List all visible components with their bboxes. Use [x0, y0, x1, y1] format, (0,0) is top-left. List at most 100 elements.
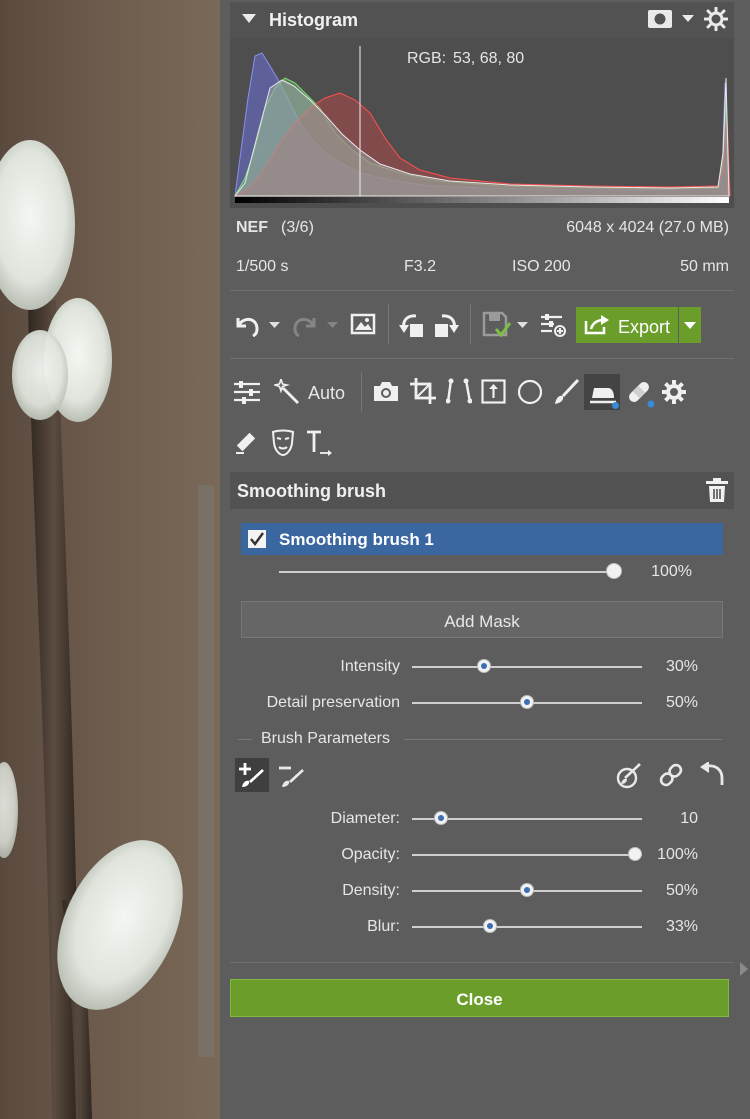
save-dropdown-icon[interactable]: [517, 322, 528, 329]
divider: [404, 739, 722, 740]
toolbar-divider: [388, 304, 389, 344]
close-label: Close: [456, 990, 503, 1009]
rotate-right-icon[interactable]: [432, 311, 460, 339]
file-dimensions: 6048 x 4024 (27.0 MB): [566, 219, 729, 236]
gear-icon[interactable]: [661, 379, 687, 405]
brush-slider-value: 10: [680, 810, 698, 827]
undo-dropdown-icon[interactable]: [269, 322, 280, 329]
before-after-icon[interactable]: [350, 313, 376, 335]
crop-icon[interactable]: [410, 378, 436, 404]
toolbar-divider: [470, 304, 471, 344]
brush-slider-track[interactable]: [412, 926, 642, 928]
undo-icon[interactable]: [233, 313, 261, 337]
sun-gear-icon[interactable]: [704, 7, 728, 31]
face-mask-icon[interactable]: [271, 429, 295, 457]
brush-add-mode-button[interactable]: [235, 758, 269, 792]
chevron-down-icon[interactable]: [682, 15, 694, 23]
brush-settings-icon[interactable]: [616, 762, 642, 790]
divider: [230, 358, 734, 359]
brush-slider-knob[interactable]: [628, 847, 642, 861]
brush-slider-label: Opacity:: [341, 846, 400, 863]
brush-slider-label: Diameter:: [330, 810, 400, 827]
redo-icon: [293, 318, 316, 337]
effect-slider-label: Intensity: [340, 658, 400, 675]
file-format: NEF: [236, 219, 268, 236]
layer-row[interactable]: Smoothing brush 1: [241, 523, 723, 555]
section-title: Smoothing brush: [237, 481, 386, 501]
text-tool-icon[interactable]: [306, 430, 334, 458]
close-button[interactable]: Close: [230, 979, 729, 1017]
export-dropdown-button[interactable]: [679, 307, 701, 343]
histogram-graph[interactable]: RGB: 53, 68, 80: [230, 38, 734, 208]
eraser-icon[interactable]: [234, 430, 258, 454]
histogram-title: Histogram: [269, 10, 359, 30]
export-label: Export: [618, 317, 671, 337]
smoothing-brush-tool[interactable]: [584, 374, 620, 410]
save-icon[interactable]: [482, 311, 512, 339]
brush-slider-value: 33%: [665, 918, 698, 935]
brush-slider-value: 100%: [657, 846, 698, 863]
layer-checkbox[interactable]: [248, 530, 266, 548]
brush-slider-track[interactable]: [412, 854, 642, 856]
auto-label[interactable]: Auto: [308, 383, 345, 404]
rgb-values: 53, 68, 80: [453, 50, 525, 67]
link-icon[interactable]: [658, 762, 684, 788]
magic-wand-icon[interactable]: [274, 379, 300, 405]
checkmark-icon: [250, 532, 264, 546]
shutter-speed: 1/500 s: [236, 258, 289, 275]
right-panel: Histogram RGB: 53, 68, 80 NEF (3/6) 6048…: [220, 0, 750, 1119]
layer-opacity-knob[interactable]: [606, 563, 622, 579]
effect-slider-knob[interactable]: [520, 695, 534, 709]
add-mask-label: Add Mask: [444, 612, 520, 631]
knob-dot: [524, 699, 530, 705]
chevron-down-icon: [684, 322, 696, 329]
brush-slider-knob[interactable]: [483, 919, 498, 933]
brush-slider-value: 50%: [665, 882, 698, 899]
panel-expand-arrow-icon[interactable]: [740, 962, 748, 976]
bandage-icon[interactable]: [625, 378, 655, 408]
aperture: F3.2: [404, 258, 437, 275]
histogram-header[interactable]: Histogram: [230, 2, 734, 38]
layer-opacity-value: 100%: [651, 563, 692, 580]
photo-image: [0, 140, 183, 1119]
active-dot: [612, 402, 619, 409]
export-button[interactable]: Export: [576, 307, 678, 343]
knob-dot: [524, 887, 530, 893]
redo-dropdown-icon: [327, 322, 338, 328]
trash-icon[interactable]: [706, 478, 728, 502]
radial-filter-icon[interactable]: [517, 379, 543, 405]
rotate-left-icon[interactable]: [398, 311, 426, 339]
brush-plus-icon: [239, 763, 264, 787]
add-mask-button[interactable]: Add Mask: [241, 601, 723, 638]
brush-minus-icon[interactable]: [279, 762, 305, 788]
effect-slider-track[interactable]: [412, 666, 642, 668]
layer-name: Smoothing brush 1: [279, 530, 434, 549]
knob-dot: [487, 923, 494, 929]
brush-params-title: Brush Parameters: [261, 730, 390, 747]
brush-slider-knob[interactable]: [520, 883, 534, 897]
file-position: (3/6): [281, 219, 314, 236]
reset-icon[interactable]: [700, 762, 724, 786]
effect-slider-label: Detail preservation: [266, 694, 400, 711]
brush-slider-knob[interactable]: [433, 811, 448, 825]
adjustments-icon[interactable]: [234, 380, 260, 404]
effect-slider-value: 30%: [665, 658, 698, 675]
layer-opacity-track[interactable]: [279, 571, 620, 573]
camera-icon[interactable]: [373, 380, 399, 402]
mask-view-icon[interactable]: [648, 10, 672, 28]
iso: ISO 200: [512, 258, 571, 275]
brush-slider-label: Density:: [342, 882, 400, 899]
export-settings-icon[interactable]: [540, 313, 566, 337]
effect-slider-knob[interactable]: [476, 659, 491, 673]
photo-preview[interactable]: [0, 0, 220, 1119]
perspective-icon[interactable]: [446, 378, 472, 404]
divider: [238, 739, 252, 740]
brush-icon[interactable]: [553, 378, 579, 406]
rgb-label: RGB:: [407, 50, 447, 67]
brush-slider-label: Blur:: [367, 918, 400, 935]
vertical-scrollbar[interactable]: [198, 485, 214, 1057]
section-header: Smoothing brush: [230, 472, 734, 509]
collapse-triangle-icon[interactable]: [242, 14, 256, 24]
toolbar-divider: [361, 372, 362, 412]
resize-icon[interactable]: [481, 379, 506, 404]
